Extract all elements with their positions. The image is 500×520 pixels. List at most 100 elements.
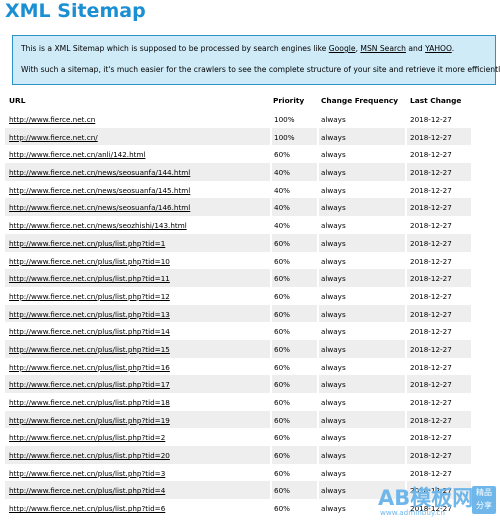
row-frequency: always [321, 504, 346, 514]
column-divider [270, 446, 272, 464]
row-url-link[interactable]: http://www.fierce.net.cn/plus/list.php?t… [9, 345, 170, 354]
column-divider [270, 269, 272, 287]
row-last-change: 2018-12-27 [410, 274, 452, 284]
row-priority: 60% [274, 150, 290, 160]
row-frequency: always [321, 309, 346, 319]
row-priority: 60% [274, 274, 290, 284]
row-last-change: 2018-12-27 [410, 256, 452, 266]
table-row: http://www.fierce.net.cn/plus/list.php?t… [5, 269, 471, 287]
row-frequency: always [321, 132, 346, 142]
row-url-link[interactable]: http://www.fierce.net.cn/plus/list.php?t… [9, 451, 170, 460]
column-divider [317, 393, 319, 411]
table-row: http://www.fierce.net.cn/plus/list.php?t… [5, 304, 471, 323]
row-last-change: 2018-12-27 [410, 327, 452, 337]
row-url-link[interactable]: http://www.fierce.net.cn/plus/list.php?t… [9, 433, 165, 442]
column-divider [270, 127, 272, 146]
row-frequency: always [321, 256, 346, 266]
table-row: http://www.fierce.net.cn/plus/list.php?t… [5, 463, 471, 482]
row-url-link[interactable]: http://www.fierce.net.cn/plus/list.php?t… [9, 363, 170, 372]
row-frequency: always [321, 203, 346, 213]
google-link[interactable]: Google [329, 44, 356, 53]
intro-line-2: With such a sitemap, it's much easier fo… [21, 65, 500, 74]
row-priority: 60% [274, 486, 290, 496]
column-divider [317, 180, 319, 199]
column-divider [270, 286, 272, 305]
row-frequency: always [321, 362, 346, 372]
column-divider [405, 110, 407, 128]
row-priority: 100% [274, 132, 295, 142]
column-divider [405, 286, 407, 305]
row-url-link[interactable]: http://www.fierce.net.cn/plus/list.php?t… [9, 292, 170, 301]
row-frequency: always [321, 115, 346, 124]
table-row: http://www.fierce.net.cn/plus/list.php?t… [5, 446, 471, 464]
column-divider [405, 145, 407, 164]
column-divider [317, 304, 319, 323]
row-url-link[interactable]: http://www.fierce.net.cn/anli/142.html [9, 150, 145, 159]
column-divider [405, 463, 407, 482]
row-url-link[interactable]: http://www.fierce.net.cn/ [9, 133, 98, 142]
column-divider [317, 145, 319, 164]
row-url-link[interactable]: http://www.fierce.net.cn/plus/list.php?t… [9, 486, 165, 495]
row-url-link[interactable]: http://www.fierce.net.cn/news/seosuanfa/… [9, 168, 190, 177]
row-priority: 60% [274, 415, 290, 425]
column-divider [405, 410, 407, 429]
column-divider [317, 428, 319, 447]
row-priority: 60% [274, 468, 290, 478]
row-url-link[interactable]: http://www.fierce.net.cn/plus/list.php?t… [9, 327, 170, 336]
row-url-link[interactable]: http://www.fierce.net.cn/plus/list.php?t… [9, 398, 170, 407]
column-divider [270, 393, 272, 411]
table-row: http://www.fierce.net.cn/plus/list.php?t… [5, 233, 471, 252]
row-last-change: 2018-12-27 [410, 115, 452, 124]
column-divider [317, 233, 319, 252]
row-priority: 40% [274, 185, 290, 195]
table-row: http://www.fierce.net.cn/plus/list.php?t… [5, 375, 471, 393]
column-divider [405, 322, 407, 340]
column-divider [405, 216, 407, 234]
row-last-change: 2018-12-27 [410, 168, 452, 178]
row-url-link[interactable]: http://www.fierce.net.cn/plus/list.php?t… [9, 274, 170, 283]
column-divider [317, 463, 319, 482]
row-frequency: always [321, 150, 346, 160]
row-last-change: 2018-12-27 [410, 380, 452, 390]
column-divider [270, 428, 272, 447]
watermark-badge-line1: 精品 [476, 488, 492, 497]
yahoo-link[interactable]: YAHOO [425, 44, 452, 53]
intro-sep-2: and [405, 44, 426, 53]
row-priority: 60% [274, 362, 290, 372]
row-priority: 40% [274, 221, 290, 231]
row-last-change: 2018-12-27 [410, 468, 452, 478]
row-url-link[interactable]: http://www.fierce.net.cn [9, 115, 95, 124]
row-url-link[interactable]: http://www.fierce.net.cn/plus/list.php?t… [9, 416, 170, 425]
header-url: URL [9, 96, 26, 105]
msn-search-link[interactable]: MSN Search [360, 44, 406, 53]
row-url-link[interactable]: http://www.fierce.net.cn/news/seozhishi/… [9, 221, 187, 230]
row-priority: 60% [274, 398, 290, 407]
row-url-link[interactable]: http://www.fierce.net.cn/plus/list.php?t… [9, 257, 170, 266]
column-divider [405, 233, 407, 252]
table-row: http://www.fierce.net.cn/plus/list.php?t… [5, 286, 471, 305]
column-divider [317, 339, 319, 358]
column-divider [270, 410, 272, 429]
row-url-link[interactable]: http://www.fierce.net.cn/plus/list.php?t… [9, 310, 170, 319]
row-url-link[interactable]: http://www.fierce.net.cn/plus/list.php?t… [9, 380, 170, 389]
table-row: http://www.fierce.net.cn/plus/list.php?t… [5, 410, 471, 429]
row-priority: 60% [274, 256, 290, 266]
column-divider [405, 339, 407, 358]
row-priority: 60% [274, 327, 290, 337]
table-row: http://www.fierce.net.cn/plus/list.php?t… [5, 251, 471, 270]
row-url-link[interactable]: http://www.fierce.net.cn/plus/list.php?t… [9, 469, 165, 478]
row-url-link[interactable]: http://www.fierce.net.cn/news/seosuanfa/… [9, 203, 190, 212]
row-frequency: always [321, 380, 346, 390]
column-divider [270, 375, 272, 393]
row-url-link[interactable]: http://www.fierce.net.cn/plus/list.php?t… [9, 239, 165, 248]
column-divider [317, 269, 319, 287]
column-divider [270, 216, 272, 234]
row-last-change: 2018-12-27 [410, 451, 452, 461]
column-divider [317, 163, 319, 181]
table-row: http://www.fierce.net.cn/news/seozhishi/… [5, 216, 471, 234]
column-divider [405, 251, 407, 270]
row-url-link[interactable]: http://www.fierce.net.cn/plus/list.php?t… [9, 504, 165, 513]
row-last-change: 2018-12-27 [410, 415, 452, 425]
row-url-link[interactable]: http://www.fierce.net.cn/news/seosuanfa/… [9, 186, 190, 195]
row-priority: 60% [274, 344, 290, 354]
